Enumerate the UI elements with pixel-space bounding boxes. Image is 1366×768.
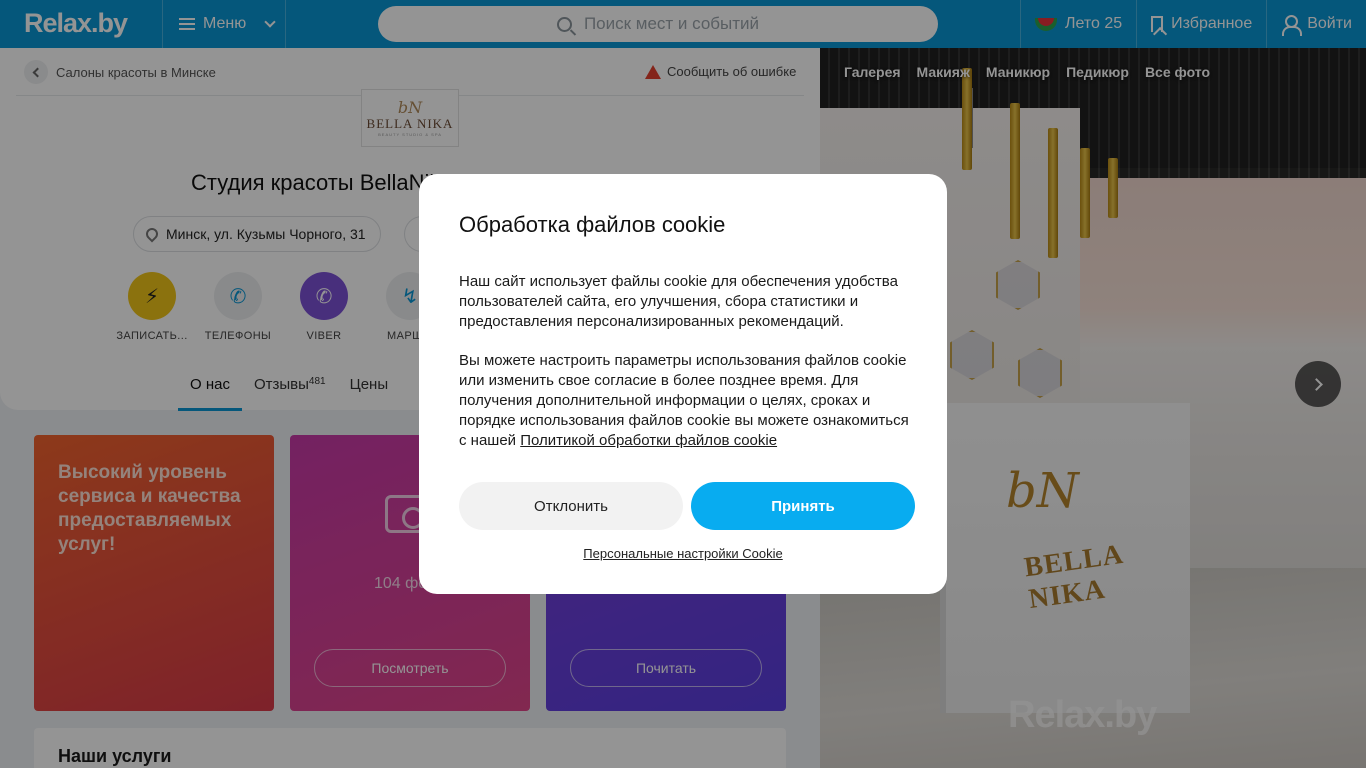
cookie-settings-link[interactable]: Персональные настройки Cookie [419, 546, 947, 561]
cookie-policy-link[interactable]: Политикой обработки файлов cookie [520, 432, 777, 449]
accept-button[interactable]: Принять [691, 482, 915, 530]
cookie-dialog: Обработка файлов cookie Наш сайт использ… [419, 174, 947, 594]
decline-button[interactable]: Отклонить [459, 482, 683, 530]
cookie-title: Обработка файлов cookie [459, 212, 726, 237]
cookie-text-2: Вы можете настроить параметры использова… [459, 351, 915, 451]
cookie-text-1: Наш сайт использует файлы cookie для обе… [459, 273, 898, 330]
